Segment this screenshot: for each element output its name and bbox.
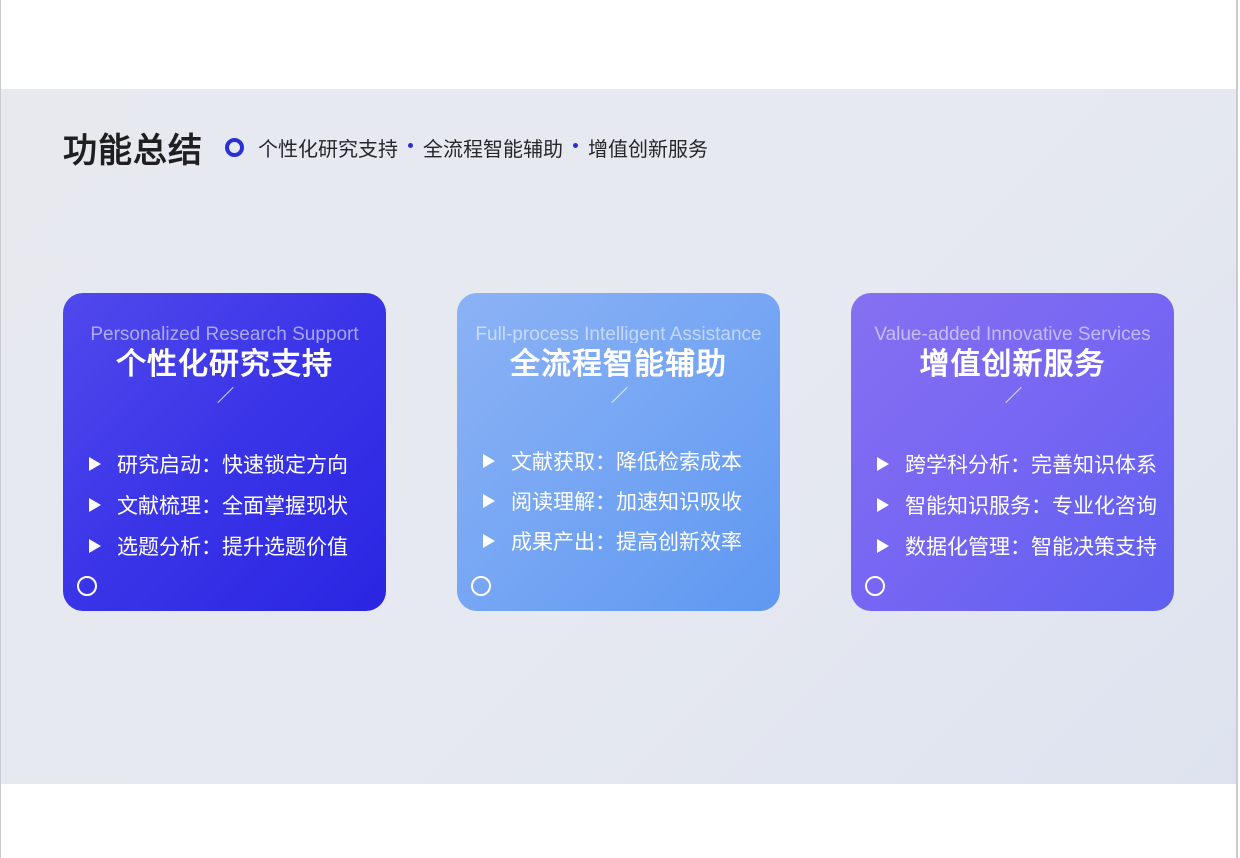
card-item-list: 跨学科分析：完善知识体系 智能知识服务：专业化咨询 数据化管理：智能决策支持 — [877, 443, 1157, 566]
slide-title: 功能总结 — [63, 130, 203, 171]
arrow-bullet-icon — [89, 538, 101, 553]
card-item-list: 研究启动：快速锁定方向 文献梳理：全面掌握现状 选题分析：提升选题价值 — [89, 443, 348, 566]
card-item-text: 阅读理解：加速知识吸收 — [511, 490, 742, 514]
ring-icon — [225, 137, 244, 157]
card-list-item: 文献梳理：全面掌握现状 — [89, 484, 348, 525]
arrow-bullet-icon — [877, 538, 889, 553]
card-title: 增值创新服务 — [919, 347, 1106, 382]
arrow-bullet-icon — [89, 497, 101, 512]
arrow-bullet-icon — [877, 456, 889, 471]
dot-separator-icon — [408, 142, 413, 148]
subtitle-item: 增值创新服务 — [588, 136, 708, 161]
subtitle-item: 个性化研究支持 — [258, 136, 398, 161]
card-item-text: 研究启动：快速锁定方向 — [117, 452, 348, 477]
card-title: 全流程智能辅助 — [510, 347, 727, 382]
card-item-text: 智能知识服务：专业化咨询 — [905, 493, 1157, 518]
card-item-text: 数据化管理：智能决策支持 — [905, 534, 1157, 559]
card-list-item: 跨学科分析：完善知识体系 — [877, 443, 1157, 484]
card-item-text: 文献梳理：全面掌握现状 — [117, 493, 348, 518]
slide: 功能总结 个性化研究支持 全流程智能辅助 增值创新服务 Personalized… — [1, 89, 1236, 784]
card-list-item: 研究启动：快速锁定方向 — [89, 443, 348, 484]
feature-card-personalized: Personalized Research Support 个性化研究支持 研究… — [63, 293, 386, 611]
card-item-list: 文献获取：降低检索成本 阅读理解：加速知识吸收 成果产出：提高创新效率 — [483, 441, 742, 561]
circle-icon — [471, 576, 491, 596]
arrow-bullet-icon — [89, 456, 101, 471]
slide-header: 功能总结 个性化研究支持 全流程智能辅助 增值创新服务 — [63, 125, 708, 171]
dot-separator-icon — [573, 142, 578, 148]
arrow-bullet-icon — [483, 494, 495, 508]
slash-divider — [217, 386, 234, 404]
card-list-item: 数据化管理：智能决策支持 — [877, 525, 1157, 566]
slash-divider — [1005, 386, 1022, 404]
feature-card-value-added: Value-added Innovative Services 增值创新服务 跨… — [851, 293, 1174, 611]
card-item-text: 跨学科分析：完善知识体系 — [905, 452, 1157, 477]
card-list-item: 文献获取：降低检索成本 — [483, 441, 742, 481]
slash-divider — [611, 386, 628, 404]
feature-card-full-process: Full-process Intelligent Assistance 全流程智… — [457, 293, 780, 611]
subtitle-item: 全流程智能辅助 — [423, 136, 563, 161]
card-item-text: 成果产出：提高创新效率 — [511, 530, 742, 554]
arrow-bullet-icon — [483, 534, 495, 548]
card-list-item: 阅读理解：加速知识吸收 — [483, 481, 742, 521]
arrow-bullet-icon — [483, 454, 495, 468]
card-item-text: 选题分析：提升选题价值 — [117, 534, 348, 559]
card-title: 个性化研究支持 — [116, 347, 333, 382]
card-list-item: 选题分析：提升选题价值 — [89, 525, 348, 566]
circle-icon — [77, 576, 97, 596]
arrow-bullet-icon — [877, 497, 889, 512]
page-border-right — [1236, 0, 1238, 858]
card-item-text: 文献获取：降低检索成本 — [511, 450, 742, 474]
card-list-item: 成果产出：提高创新效率 — [483, 521, 742, 561]
circle-icon — [865, 576, 885, 596]
card-list-item: 智能知识服务：专业化咨询 — [877, 484, 1157, 525]
